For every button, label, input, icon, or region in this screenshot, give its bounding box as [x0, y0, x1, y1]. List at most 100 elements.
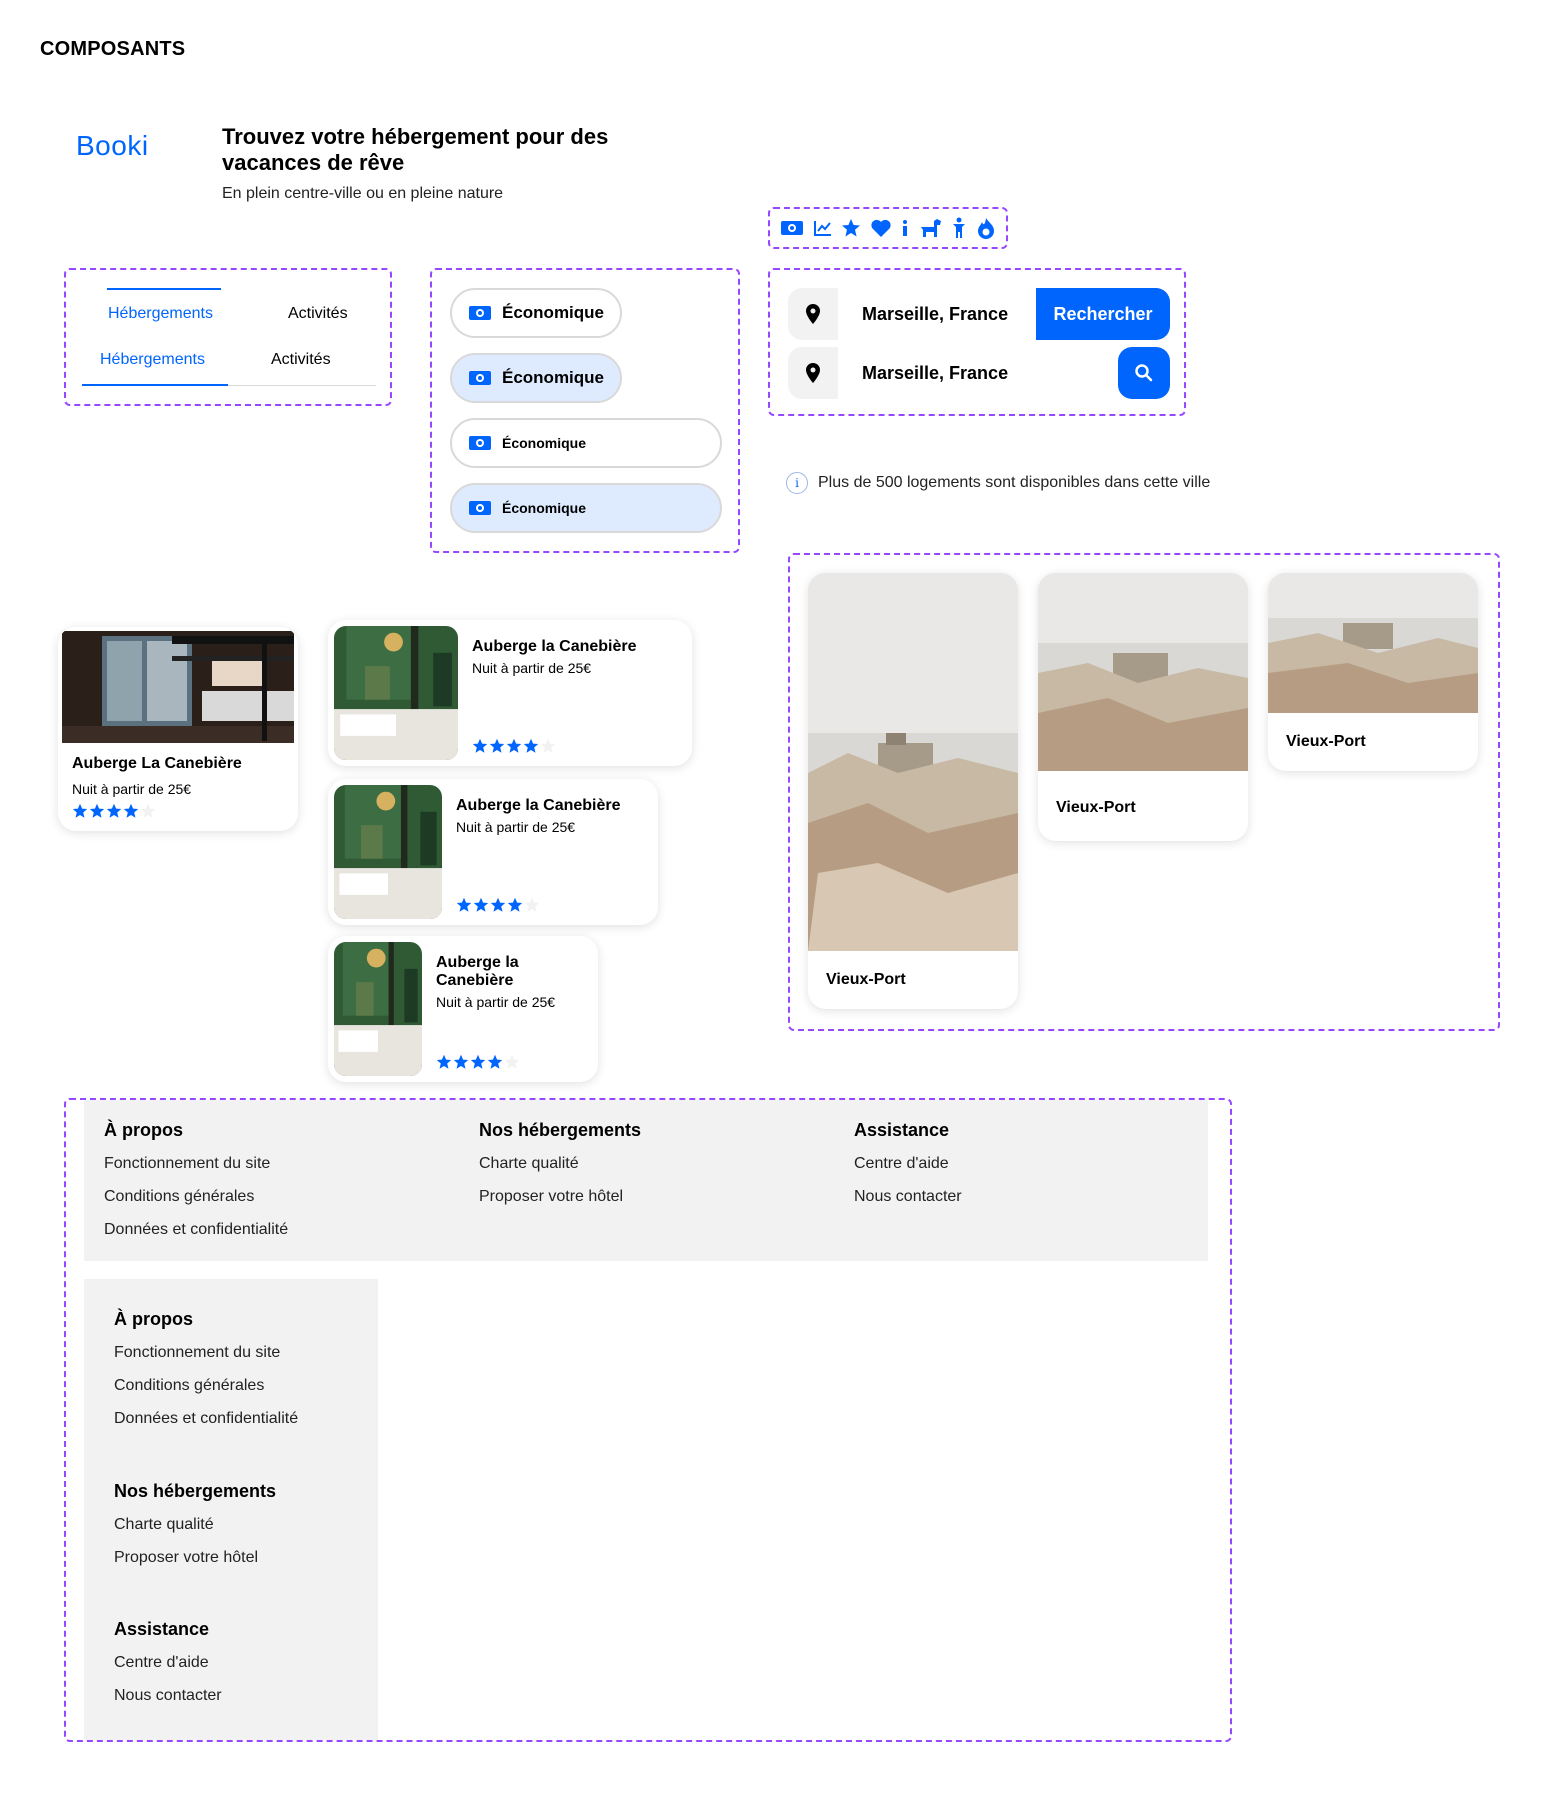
footer-link[interactable]: Fonctionnement du site — [104, 1155, 288, 1173]
rating-stars — [456, 897, 540, 913]
search-icon-button[interactable] — [1118, 347, 1170, 399]
footer-link[interactable]: Charte qualité — [114, 1516, 276, 1534]
footer-link[interactable]: Centre d'aide — [114, 1654, 222, 1672]
hebergement-card-vertical[interactable]: Auberge La Canebière Nuit à partir de 25… — [58, 627, 298, 831]
star-filled-icon — [523, 738, 539, 753]
filter-label: Économique — [502, 500, 587, 516]
footer-link[interactable]: Proposer votre hôtel — [479, 1188, 641, 1206]
star-filled-icon — [72, 803, 88, 818]
search-input-mobile[interactable]: Marseille, France — [838, 363, 1008, 384]
footer-link[interactable]: Nous contacter — [114, 1687, 222, 1705]
search-button[interactable]: Rechercher — [1036, 288, 1170, 340]
money-icon — [780, 219, 804, 237]
footer-link[interactable]: Charte qualité — [479, 1155, 641, 1173]
card-name: Auberge la Canebière — [436, 954, 519, 989]
card-image-wrap — [334, 942, 422, 1076]
location-pin-icon — [788, 347, 838, 399]
footer-mobile: À propos Fonctionnement du site Conditio… — [84, 1279, 378, 1740]
tabs-component: Hébergements Activités Hébergements Acti… — [64, 268, 392, 406]
footer-link[interactable]: Nous contacter — [854, 1188, 962, 1206]
star-filled-icon — [487, 1054, 503, 1069]
search-input[interactable]: Marseille, France — [838, 304, 1008, 325]
vieux-port-image — [1268, 573, 1478, 713]
hero-subtitle: En plein centre-ville ou en pleine natur… — [222, 185, 504, 202]
hotel-room-image — [334, 785, 442, 919]
star-filled-icon — [489, 738, 505, 753]
popular-card-medium[interactable]: Vieux-Port — [1038, 573, 1248, 841]
star-filled-icon — [436, 1054, 452, 1069]
location-pin-icon — [788, 288, 838, 340]
page-title: COMPOSANTS — [40, 38, 186, 60]
star-filled-icon — [89, 803, 105, 818]
trending-icon — [813, 219, 833, 237]
star-filled-icon — [506, 738, 522, 753]
footer-heading: Nos hébergements — [114, 1481, 277, 1501]
footer-link[interactable]: Proposer votre hôtel — [114, 1549, 276, 1567]
footer-link[interactable]: Données et confidentialité — [104, 1221, 288, 1239]
popular-component: Vieux-Port Vieux-Port Vieux-Port — [788, 553, 1500, 1031]
footer-component: À propos Fonctionnement du site Conditio… — [64, 1098, 1232, 1742]
footer-heading: Nos hébergements — [479, 1120, 642, 1140]
footer-column-assistance: Assistance Centre d'aide Nous contacter — [854, 1120, 962, 1221]
tab-activites-mobile[interactable]: Activités — [271, 351, 331, 369]
tab-hebergements-desktop[interactable]: Hébergements — [108, 305, 213, 323]
tab-activites-desktop[interactable]: Activités — [288, 305, 348, 323]
hebergement-card-horizontal-medium[interactable]: Auberge la Canebière Nuit à partir de 25… — [328, 779, 658, 925]
tab-hebergements-mobile[interactable]: Hébergements — [100, 351, 205, 369]
search-component: Marseille, France Rechercher Marseille, … — [768, 268, 1186, 416]
filter-economique-small[interactable]: Économique — [450, 418, 722, 468]
filter-economique-large-selected[interactable]: Économique — [450, 353, 622, 403]
popular-card-tall[interactable]: Vieux-Port — [808, 573, 1018, 1009]
footer-link[interactable]: Conditions générales — [114, 1377, 298, 1395]
star-filled-icon — [470, 1054, 486, 1069]
footer-heading: À propos — [104, 1120, 183, 1140]
filter-label: Économique — [502, 435, 587, 451]
info-icon — [900, 218, 910, 238]
popular-card-title: Vieux-Port — [1056, 799, 1136, 816]
hostel-room-image — [62, 631, 294, 743]
star-filled-icon — [490, 897, 506, 912]
footer-link[interactable]: Conditions générales — [104, 1188, 288, 1206]
info-icon: i — [786, 472, 808, 494]
hero-title: Trouvez votre hébergement pour des vacan… — [222, 124, 609, 175]
card-name: Auberge La Canebière — [72, 755, 242, 772]
card-name: Auberge la Canebière — [472, 638, 637, 655]
footer-link[interactable]: Fonctionnement du site — [114, 1344, 298, 1362]
star-filled-icon — [472, 738, 488, 753]
vieux-port-image — [1038, 573, 1248, 771]
footer-heading: Assistance — [854, 1120, 950, 1140]
star-filled-icon — [473, 897, 489, 912]
filter-economique-small-selected[interactable]: Économique — [450, 483, 722, 533]
booki-logo[interactable]: Booki — [76, 130, 149, 162]
popular-card-title: Vieux-Port — [1286, 733, 1366, 750]
hotel-room-image — [334, 626, 458, 760]
footer-heading: À propos — [114, 1309, 193, 1329]
vieux-port-image — [808, 573, 1018, 951]
tab-active-indicator-bottom — [82, 384, 228, 386]
hebergement-card-horizontal-large[interactable]: Auberge la Canebière Nuit à partir de 25… — [328, 620, 692, 766]
star-empty-icon — [524, 897, 540, 912]
fire-icon — [976, 217, 996, 239]
hotel-room-image — [334, 942, 422, 1076]
hebergement-card-horizontal-small[interactable]: Auberge la Canebière Nuit à partir de 25… — [328, 936, 598, 1082]
star-empty-icon — [540, 738, 556, 753]
footer-link[interactable]: Données et confidentialité — [114, 1410, 298, 1428]
card-image-wrap — [334, 626, 458, 760]
rating-stars — [72, 803, 284, 819]
footer-column-apropos: À propos Fonctionnement du site Conditio… — [114, 1309, 298, 1443]
popular-card-title: Vieux-Port — [826, 971, 906, 988]
popular-card-short[interactable]: Vieux-Port — [1268, 573, 1478, 771]
money-icon — [469, 371, 491, 385]
filter-label: Économique — [502, 303, 605, 322]
rating-stars — [472, 738, 556, 754]
info-text: Plus de 500 logements sont disponibles d… — [818, 474, 1211, 491]
footer-desktop: À propos Fonctionnement du site Conditio… — [84, 1100, 1208, 1261]
heart-icon — [870, 218, 892, 238]
footer-column-hebergements: Nos hébergements Charte qualité Proposer… — [114, 1481, 276, 1582]
footer-heading: Assistance — [114, 1619, 210, 1639]
filter-economique-large[interactable]: Économique — [450, 288, 622, 338]
footer-column-apropos: À propos Fonctionnement du site Conditio… — [104, 1120, 288, 1254]
footer-link[interactable]: Centre d'aide — [854, 1155, 962, 1173]
card-name: Auberge la Canebière — [456, 797, 621, 814]
card-price: Nuit à partir de 25€ — [72, 781, 192, 797]
